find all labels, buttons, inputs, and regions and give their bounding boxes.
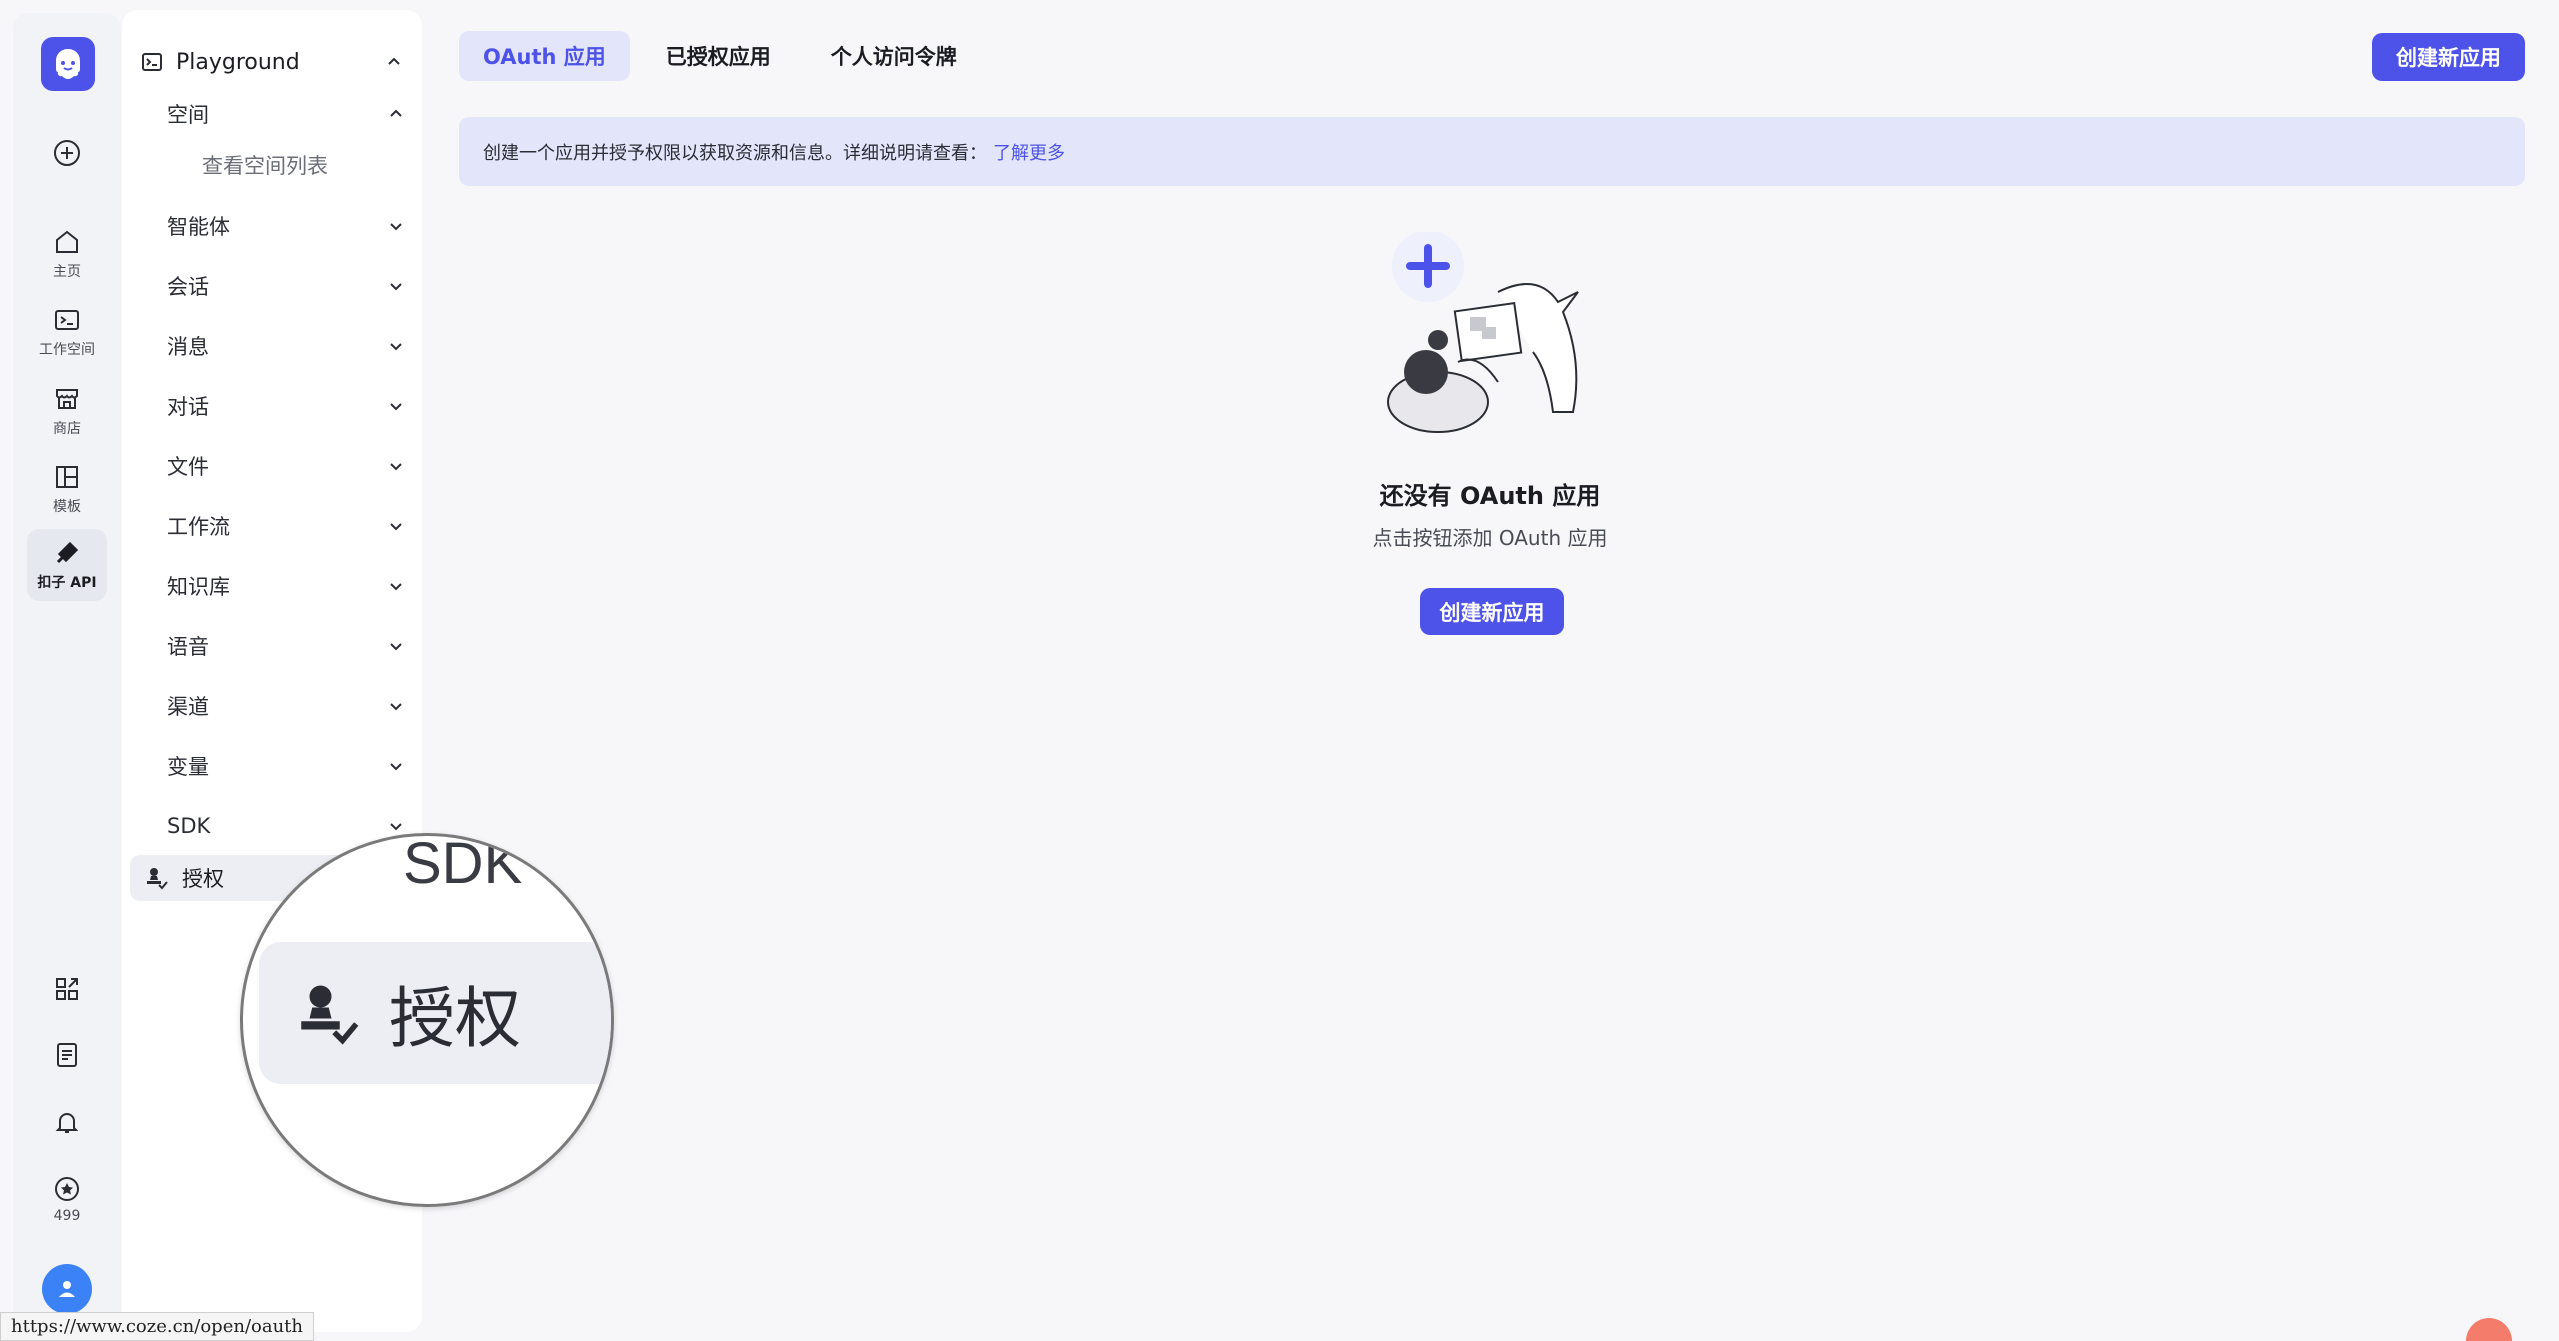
nav-item-label: 对话 (167, 395, 209, 419)
nav-item-label: 变量 (167, 755, 209, 779)
nav-item-label: SDK (167, 814, 211, 838)
tab-personal-tokens[interactable]: 个人访问令牌 (807, 31, 981, 81)
create-app-button[interactable]: 创建新应用 (2372, 33, 2525, 81)
chevron-down-icon (390, 403, 402, 411)
nav-item-voice[interactable]: 语音 (167, 622, 512, 670)
nav-item-label: 消息 (167, 335, 209, 359)
tab-oauth-apps[interactable]: OAuth 应用 (459, 31, 630, 81)
stamp-check-icon (147, 868, 168, 890)
plug-icon (56, 541, 79, 564)
empty-state-subtitle: 点击按钮添加 OAuth 应用 (1372, 526, 1608, 550)
nav-space-label: 空间 (167, 103, 209, 127)
nav-playground-label: Playground (176, 49, 300, 75)
magnified-auth-label: 授权 (389, 980, 521, 1057)
chevron-down-icon (390, 703, 402, 711)
terminal-icon (55, 310, 79, 330)
nav-item-agent[interactable]: 智能体 (167, 202, 512, 250)
user-icon (59, 1281, 75, 1297)
nav-item-label: 会话 (167, 275, 209, 299)
store-icon (56, 389, 78, 409)
left-rail: 主页 工作空间 商店 模板 扣子 API 499 (13, 13, 121, 1331)
rail-notifications[interactable] (27, 1094, 107, 1150)
stamp-check-icon (301, 985, 359, 1045)
rail-home-label: 主页 (53, 264, 81, 280)
chevron-down-icon (390, 463, 402, 471)
document-icon (57, 1043, 77, 1067)
rail-home[interactable]: 主页 (27, 218, 107, 290)
rail-docs[interactable] (27, 1027, 107, 1083)
nav-space-list[interactable]: 查看空间列表 (202, 150, 328, 180)
empty-state-illustration (1387, 232, 1579, 433)
nav-item-variable[interactable]: 变量 (167, 742, 512, 790)
nav-item-knowledge[interactable]: 知识库 (167, 562, 512, 610)
star-badge-icon (55, 1177, 79, 1201)
layout-icon (56, 466, 78, 488)
rail-workspace[interactable]: 工作空间 (27, 296, 107, 368)
empty-state-title: 还没有 OAuth 应用 (1379, 482, 1601, 510)
tab-authorized-apps[interactable]: 已授权应用 (642, 31, 795, 81)
magnified-auth-item: 授权 (259, 942, 611, 1084)
rail-points[interactable]: 499 (27, 1161, 107, 1237)
nav-item-channel[interactable]: 渠道 (167, 682, 512, 730)
plus-circle-icon (54, 140, 80, 166)
nav-auth-label: 授权 (182, 867, 224, 891)
rail-store[interactable]: 商店 (27, 375, 107, 447)
home-icon (56, 230, 78, 253)
rail-templates-label: 模板 (53, 499, 81, 515)
rail-store-label: 商店 (53, 421, 81, 437)
chevron-down-icon (390, 523, 402, 531)
nav-item-label: 文件 (167, 455, 209, 479)
chevron-down-icon (390, 283, 402, 291)
ghost-logo-icon (56, 49, 80, 79)
create-app-empty-button[interactable]: 创建新应用 (1420, 588, 1564, 635)
chevron-up-icon (390, 109, 402, 117)
chevron-down-icon (390, 763, 402, 771)
rail-coze-api[interactable]: 扣子 API (27, 529, 107, 601)
nav-playground[interactable]: Playground (140, 38, 410, 86)
bell-icon (55, 1113, 79, 1133)
chevron-down-icon (390, 643, 402, 651)
magnified-sdk-label: SDK (403, 833, 523, 896)
points-count: 499 (53, 1208, 81, 1224)
rail-apps[interactable] (27, 961, 107, 1017)
chevron-up-icon (388, 57, 400, 65)
nav-item-conversation[interactable]: 会话 (167, 262, 512, 310)
nav-item-label: 知识库 (167, 575, 230, 599)
nav-item-label: 智能体 (167, 215, 230, 239)
chevron-down-icon (390, 823, 402, 831)
magnifier-overlay: SDK 授权 (240, 833, 614, 1207)
nav-item-label: 工作流 (167, 515, 230, 539)
status-bar-url: https://www.coze.cn/open/oauth (0, 1312, 314, 1341)
apps-grid-icon (56, 978, 78, 1000)
assistant-bubble[interactable] (2466, 1318, 2512, 1341)
nav-item-chat[interactable]: 对话 (167, 382, 512, 430)
nav-item-workflow[interactable]: 工作流 (167, 502, 512, 550)
nav-item-label: 语音 (167, 635, 209, 659)
nav-item-message[interactable]: 消息 (167, 322, 512, 370)
banner-text: 创建一个应用并授予权限以获取资源和信息。详细说明请查看： (483, 142, 987, 164)
create-button[interactable] (27, 123, 107, 183)
info-banner: 创建一个应用并授予权限以获取资源和信息。详细说明请查看： 了解更多 (459, 117, 2525, 186)
playground-icon (142, 53, 162, 71)
tab-bar: OAuth 应用 已授权应用 个人访问令牌 (459, 31, 993, 81)
rail-coze-api-label: 扣子 API (37, 575, 97, 591)
nav-item-label: 渠道 (167, 695, 209, 719)
coze-logo[interactable] (41, 37, 95, 91)
chevron-down-icon (390, 583, 402, 591)
chevron-down-icon (390, 343, 402, 351)
learn-more-link[interactable]: 了解更多 (993, 139, 1065, 165)
rail-templates[interactable]: 模板 (27, 453, 107, 525)
avatar[interactable] (42, 1264, 92, 1314)
chevron-down-icon (390, 223, 402, 231)
rail-workspace-label: 工作空间 (39, 342, 95, 358)
nav-item-file[interactable]: 文件 (167, 442, 512, 490)
